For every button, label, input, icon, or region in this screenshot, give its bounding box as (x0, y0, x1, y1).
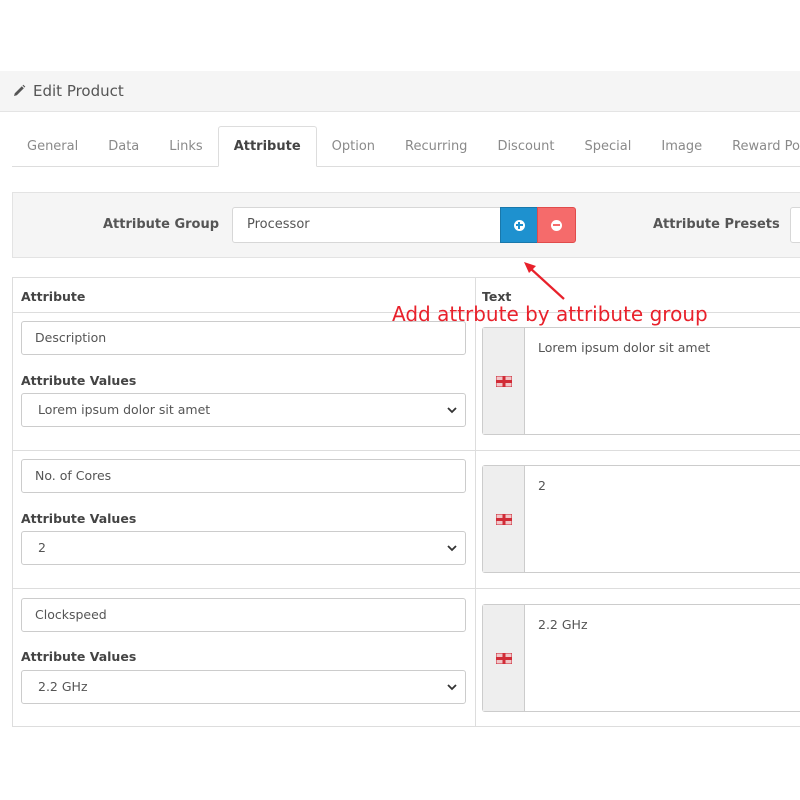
plus-circle-icon (513, 219, 525, 231)
column-divider (475, 278, 476, 727)
pencil-icon (14, 84, 26, 96)
row-divider (13, 588, 800, 589)
attribute-text-field[interactable]: 2.2 GHz (482, 604, 800, 712)
attribute-table: Attribute Text Description Attribute Val… (12, 277, 800, 727)
attribute-text-value: Lorem ipsum dolor sit amet (538, 340, 711, 355)
chevron-down-icon (447, 545, 457, 552)
selected-value: Lorem ipsum dolor sit amet (38, 402, 211, 417)
selected-value: 2 (38, 540, 46, 555)
tab-image[interactable]: Image (646, 126, 717, 166)
tab-data[interactable]: Data (93, 126, 154, 166)
attribute-name-input[interactable]: No. of Cores (21, 459, 466, 493)
language-addon (483, 328, 525, 434)
attribute-text-field[interactable]: Lorem ipsum dolor sit amet (482, 327, 800, 435)
add-attribute-group-button[interactable] (500, 207, 538, 243)
attribute-text-value: 2.2 GHz (538, 617, 588, 632)
tab-reward-points[interactable]: Reward Points (717, 126, 800, 166)
remove-attribute-group-button[interactable] (537, 207, 576, 243)
attribute-values-label: Attribute Values (21, 511, 137, 526)
attribute-values-select[interactable]: Lorem ipsum dolor sit amet (21, 393, 466, 427)
attribute-name-input[interactable]: Clockspeed (21, 598, 466, 632)
tab-option[interactable]: Option (317, 126, 390, 166)
attribute-values-select[interactable]: 2 (21, 531, 466, 565)
tab-special[interactable]: Special (570, 126, 647, 166)
attribute-group-input[interactable]: Processor (232, 207, 501, 243)
annotation-arrow-icon (524, 262, 565, 300)
attribute-text-field[interactable]: 2 (482, 465, 800, 573)
uk-flag-icon (495, 375, 512, 387)
attribute-values-label: Attribute Values (21, 373, 137, 388)
selected-value: 2.2 GHz (38, 679, 88, 694)
tab-links[interactable]: Links (154, 126, 217, 166)
language-addon (483, 605, 525, 711)
tab-recurring[interactable]: Recurring (390, 126, 482, 166)
language-addon (483, 466, 525, 572)
attribute-values-label: Attribute Values (21, 649, 137, 664)
attribute-text-value: 2 (538, 478, 546, 493)
attribute-name-input[interactable]: Description (21, 321, 466, 355)
tab-general[interactable]: General (12, 126, 93, 166)
chevron-down-icon (447, 684, 457, 691)
attribute-presets-select[interactable] (790, 207, 800, 243)
annotation-text: Add attrbute by attribute group (392, 302, 708, 326)
page-title: Edit Product (33, 82, 124, 100)
attribute-group-bar: Attribute Group Processor Attribute Pres… (12, 192, 800, 258)
minus-circle-icon (551, 219, 562, 231)
tab-bar: General Data Links Attribute Option Recu… (12, 126, 800, 167)
panel-heading: Edit Product (0, 71, 800, 112)
attribute-values-select[interactable]: 2.2 GHz (21, 670, 466, 704)
tab-discount[interactable]: Discount (482, 126, 569, 166)
column-header-attribute: Attribute (21, 289, 86, 304)
attribute-presets-label: Attribute Presets (653, 217, 780, 232)
row-divider (13, 450, 800, 451)
uk-flag-icon (495, 652, 512, 664)
attribute-group-label: Attribute Group (103, 217, 220, 232)
uk-flag-icon (495, 513, 512, 525)
chevron-down-icon (447, 407, 457, 414)
tab-attribute[interactable]: Attribute (217, 126, 317, 167)
